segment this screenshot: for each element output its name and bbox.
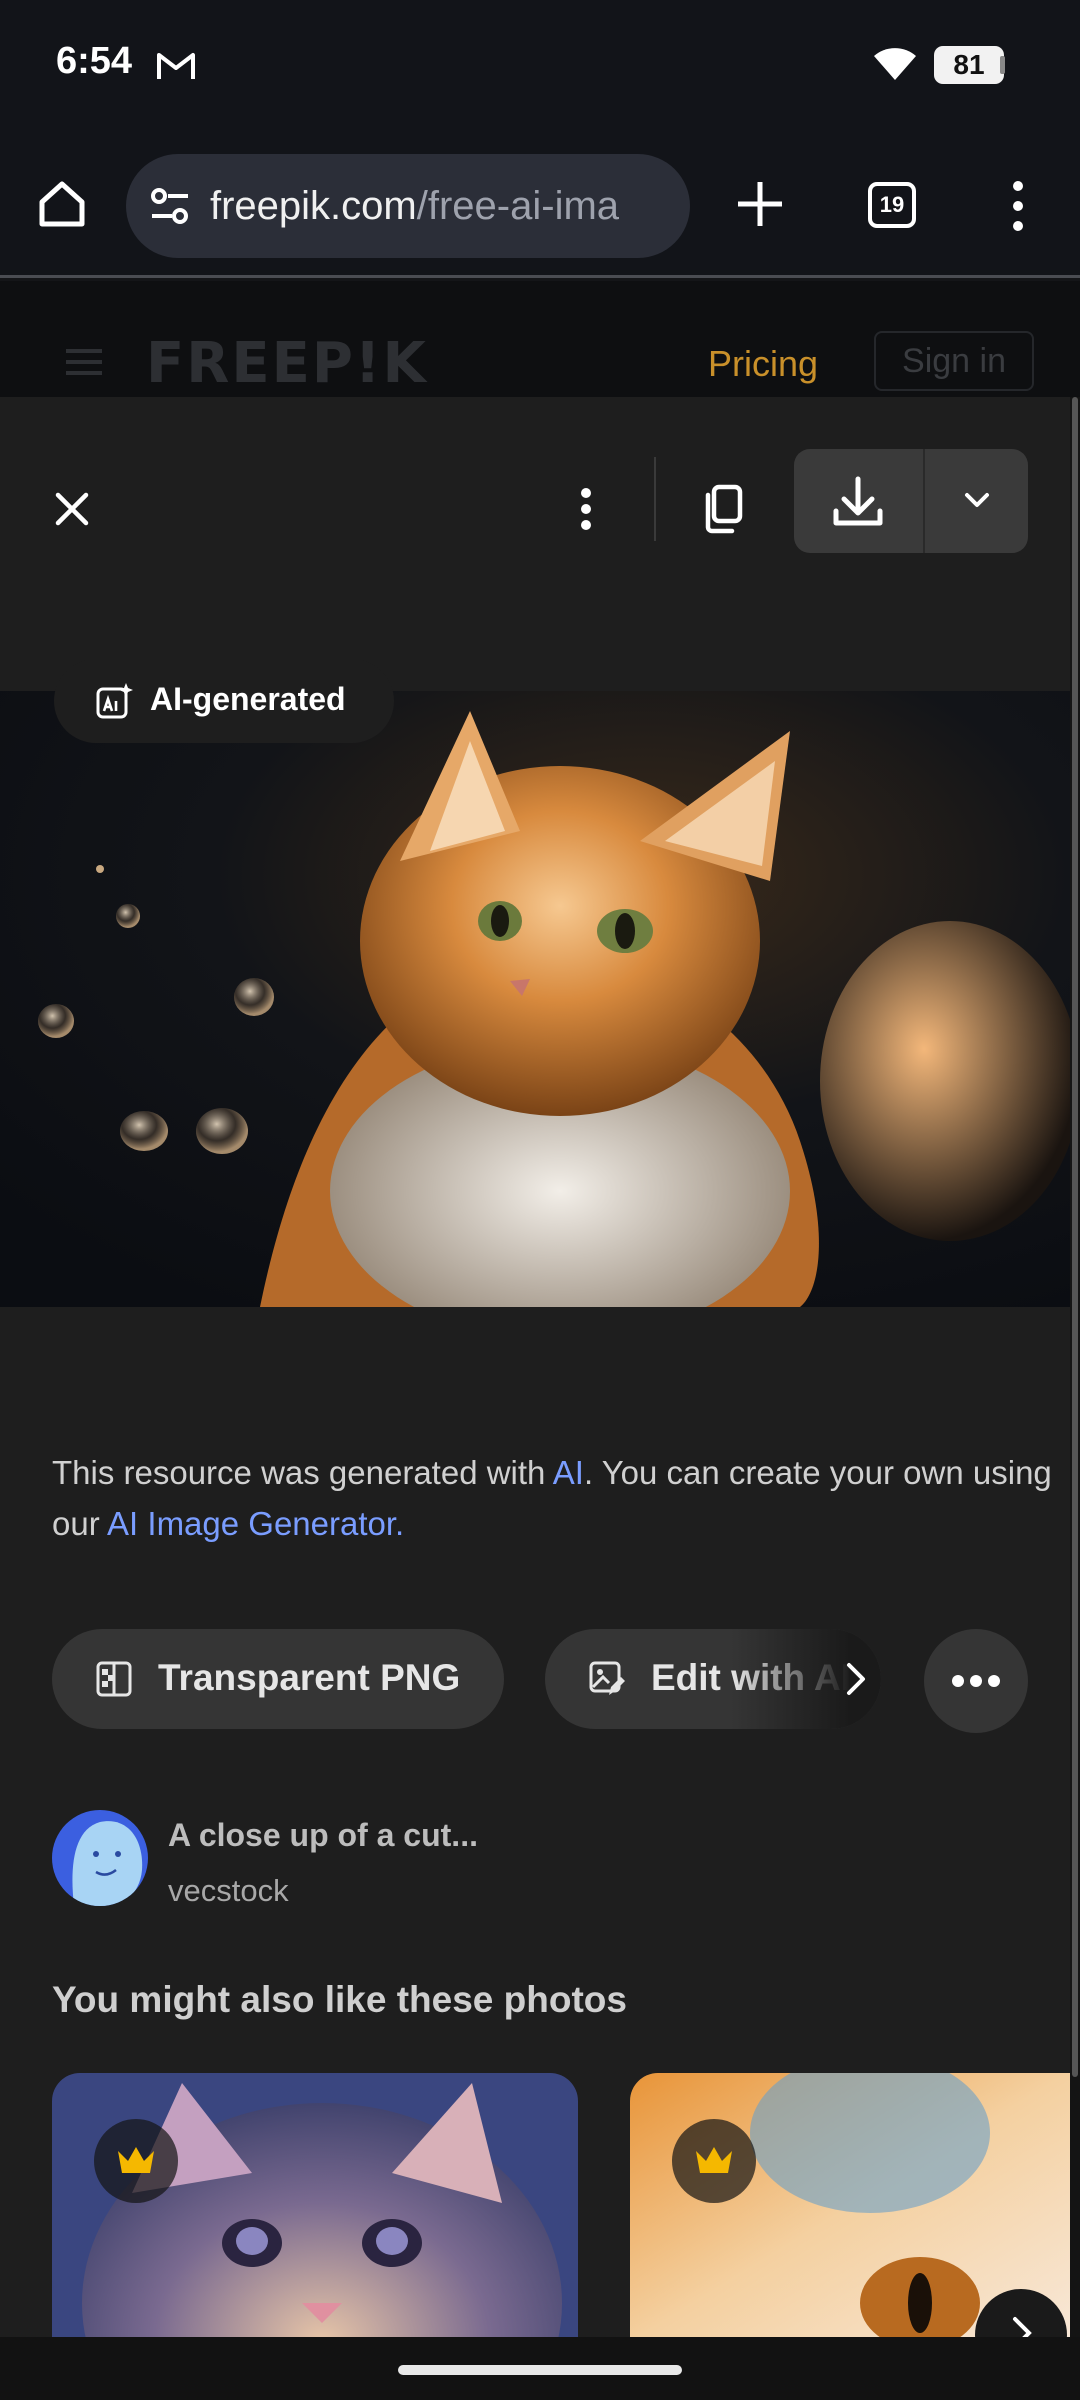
url-path: /free-ai-ima xyxy=(416,184,620,228)
address-bar[interactable]: freepik.com/free-ai-ima xyxy=(126,154,690,258)
related-photo-card[interactable] xyxy=(52,2073,578,2343)
more-options-icon[interactable] xyxy=(560,477,612,541)
author-avatar[interactable] xyxy=(52,1810,148,1906)
ai-badge-label: AI-generated xyxy=(150,681,346,717)
crown-icon xyxy=(696,2147,732,2173)
download-icon[interactable] xyxy=(794,449,922,553)
transparent-png-icon xyxy=(96,1661,132,1697)
download-button-group xyxy=(794,449,1028,553)
transparent-png-button[interactable]: Transparent PNG xyxy=(52,1629,504,1729)
ai-sparkle-icon xyxy=(96,683,133,719)
more-tools-button[interactable] xyxy=(924,1629,1028,1733)
status-bar: 6:54 81 xyxy=(0,0,1080,130)
cat-image[interactable] xyxy=(0,691,1070,1307)
ai-image-generator-link[interactable]: AI Image Generator. xyxy=(107,1505,404,1542)
crown-icon xyxy=(118,2147,154,2173)
ai-description: This resource was generated with AI. You… xyxy=(52,1447,1052,1549)
transparent-png-label: Transparent PNG xyxy=(158,1657,461,1698)
image-edit-icon xyxy=(589,1661,625,1695)
pricing-link[interactable]: Pricing xyxy=(708,343,818,385)
url-text: freepik.com/free-ai-ima xyxy=(210,184,670,229)
image-detail-modal: AI-generated This resource was generated… xyxy=(0,397,1070,2381)
signin-button[interactable]: Sign in xyxy=(874,331,1034,391)
calico-kitten-image xyxy=(52,2073,578,2343)
toolbar-divider xyxy=(654,457,656,541)
edit-with-ai-button[interactable]: Edit with AI xyxy=(545,1629,881,1729)
battery-tip xyxy=(1000,56,1005,74)
browser-toolbar: freepik.com/free-ai-ima 19 xyxy=(0,130,1080,278)
ellipsis-icon xyxy=(952,1675,1000,1687)
ai-generated-badge: AI-generated xyxy=(54,659,394,743)
home-gesture-handle[interactable] xyxy=(398,2365,682,2375)
wifi-icon xyxy=(874,48,916,80)
battery-indicator: 81 xyxy=(934,46,1004,84)
site-settings-icon[interactable] xyxy=(148,184,192,228)
gesture-nav-bar xyxy=(0,2337,1080,2400)
copy-icon[interactable] xyxy=(696,477,754,541)
scrollbar-thumb[interactable] xyxy=(1072,397,1078,2077)
hamburger-menu-icon[interactable] xyxy=(64,347,104,377)
site-logo[interactable]: FREEP!K xyxy=(146,331,428,396)
resource-title[interactable]: A close up of a cut... xyxy=(168,1817,478,1854)
premium-badge xyxy=(672,2119,756,2203)
clock: 6:54 xyxy=(56,40,133,82)
tab-switcher-button[interactable]: 19 xyxy=(868,182,916,228)
chevron-right-icon[interactable] xyxy=(835,1657,875,1701)
chevron-down-icon[interactable] xyxy=(925,449,1028,553)
browser-menu-icon[interactable] xyxy=(1000,176,1036,236)
related-photos-heading: You might also like these photos xyxy=(52,1979,627,2020)
author-name[interactable]: vecstock xyxy=(168,1873,289,1909)
ai-link[interactable]: AI xyxy=(553,1454,584,1491)
new-tab-icon[interactable] xyxy=(730,174,790,234)
home-icon[interactable] xyxy=(34,176,90,232)
url-domain: freepik.com xyxy=(210,184,417,228)
gmail-icon xyxy=(157,53,195,79)
close-icon[interactable] xyxy=(40,477,104,541)
premium-badge xyxy=(94,2119,178,2203)
site-header: FREEP!K Pricing Sign in xyxy=(0,281,1080,397)
desc-text-1: This resource was generated with xyxy=(52,1454,553,1491)
